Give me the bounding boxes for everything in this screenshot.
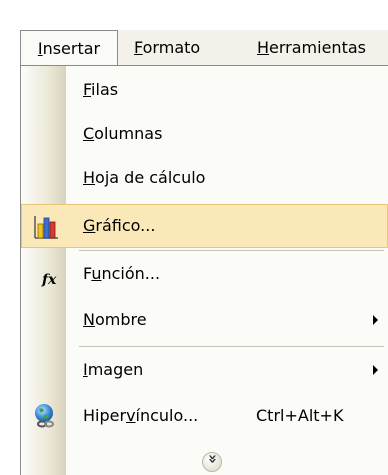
nombre-text: ombre [94, 310, 147, 329]
imagen-label: Imagen [83, 348, 143, 392]
grafico-hotkey: G [83, 216, 96, 235]
hipervinculo-hotkey: v [126, 406, 136, 425]
grafico-text: ráfico... [95, 216, 156, 235]
filas-hotkey: F [83, 80, 92, 99]
hipervinculo-shortcut: Ctrl+Alt+K [256, 406, 344, 425]
funcion-label: Función... [83, 252, 160, 296]
columnas-label: Columnas [83, 112, 162, 156]
menu-herramientas-label: erramientas [269, 38, 366, 57]
menu-item-columnas[interactable]: Columnas [21, 112, 388, 156]
submenu-arrow-icon [373, 315, 378, 325]
menu-insertar[interactable]: Insertar [20, 30, 118, 66]
menu-item-hipervinculo[interactable]: Hipervínculo... Ctrl+Alt+K [21, 394, 388, 438]
menu-insertar-label: nsertar [42, 39, 101, 58]
menu-herramientas-hotkey: H [257, 38, 270, 57]
menu-herramientas[interactable]: Herramientas [257, 30, 366, 66]
chevron-double-down-icon: » [203, 454, 222, 464]
menu-item-funcion[interactable]: fx Función... [21, 252, 388, 296]
hoja-text: oja de cálculo [95, 168, 206, 187]
columnas-text: olumnas [94, 124, 163, 143]
function-icon: fx [31, 260, 59, 288]
hyperlink-globe-icon [31, 402, 59, 430]
menu-item-nombre[interactable]: Nombre [21, 298, 388, 342]
funcion-hotkey: u [91, 264, 102, 283]
menu-separator [79, 346, 384, 347]
menu-item-filas[interactable]: Filas [21, 68, 388, 112]
menu-item-grafico[interactable]: Gráfico... [21, 204, 388, 248]
menu-separator [79, 250, 384, 251]
chart-icon [32, 213, 60, 241]
nombre-label: Nombre [83, 298, 147, 342]
hoja-label: Hoja de cálculo [83, 156, 205, 200]
filas-label: Filas [83, 68, 118, 112]
nombre-hotkey: N [83, 310, 95, 329]
grafico-label: Gráfico... [83, 204, 155, 248]
filas-text: ilas [91, 80, 119, 99]
function-icon-glyph: fx [42, 272, 57, 288]
menu-formato-label: ormato [142, 38, 201, 57]
hoja-hotkey: H [83, 168, 96, 187]
insertar-dropdown-menu: Filas Columnas Hoja de cálculo Gráfico..… [20, 65, 388, 475]
expand-menu-button[interactable]: » [202, 452, 222, 472]
funcion-text: nción... [101, 264, 161, 283]
menu-item-imagen[interactable]: Imagen [21, 348, 388, 392]
menu-item-hoja-de-calculo[interactable]: Hoja de cálculo [21, 156, 388, 200]
imagen-text: magen [87, 360, 144, 379]
submenu-arrow-icon [373, 365, 378, 375]
columnas-hotkey: C [83, 124, 95, 143]
hipervinculo-text: ínculo... [135, 406, 199, 425]
menu-formato-hotkey: F [134, 38, 143, 57]
hipervinculo-pre: Hiper [83, 406, 127, 425]
menu-bar: Insertar Formato Herramientas [20, 30, 388, 66]
hipervinculo-label: Hipervínculo... [83, 394, 198, 438]
menu-formato[interactable]: Formato [134, 30, 200, 66]
